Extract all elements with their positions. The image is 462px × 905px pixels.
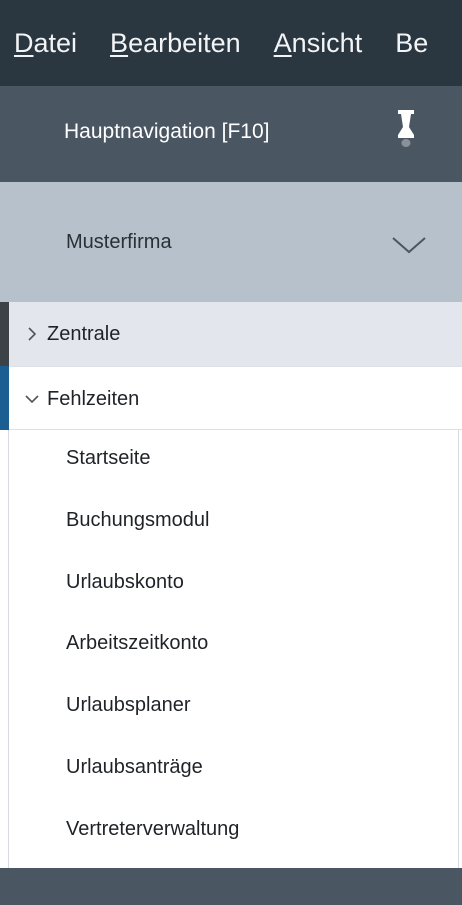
navigation-header: Hauptnavigation [F10]: [0, 86, 462, 182]
navigation-tree: Zentrale Fehlzeiten Startseite Buchungsm…: [0, 302, 462, 868]
tree-child-buchungsmodul[interactable]: Buchungsmodul: [66, 505, 209, 535]
navigation-title: Hauptnavigation [F10]: [64, 120, 270, 143]
chevron-down-icon[interactable]: [24, 390, 40, 408]
tree-item-fehlzeiten[interactable]: Fehlzeiten: [0, 366, 462, 430]
tree-child-urlaubskonto[interactable]: Urlaubskonto: [66, 567, 184, 597]
menu-truncated-label: Be: [395, 28, 429, 58]
chevron-down-icon[interactable]: [391, 235, 427, 255]
tree-item-zentrale-label: Zentrale: [47, 323, 121, 345]
tree-child-arbeitszeitkonto[interactable]: Arbeitszeitkonto: [66, 628, 208, 658]
menu-ansicht[interactable]: Ansicht: [274, 28, 363, 58]
pin-icon[interactable]: [394, 110, 418, 154]
tree-child-vertreterverwaltung[interactable]: Vertreterverwaltung: [66, 814, 239, 844]
zentrale-marker: [0, 302, 9, 366]
chevron-right-icon[interactable]: [24, 325, 40, 343]
tree-child-startseite[interactable]: Startseite: [66, 443, 150, 473]
tree-child-urlaubsantraege[interactable]: Urlaubsanträge: [66, 752, 203, 782]
tree-item-zentrale[interactable]: Zentrale: [0, 302, 462, 366]
menu-truncated[interactable]: Be: [395, 28, 428, 58]
menu-datei-label: atei: [33, 28, 78, 58]
footer-bar: [0, 868, 462, 905]
tree-item-fehlzeiten-label: Fehlzeiten: [47, 388, 140, 410]
menu-bearbeiten[interactable]: Bearbeiten: [110, 28, 241, 58]
menu-bar: Datei Bearbeiten Ansicht Be: [0, 0, 462, 86]
menu-items: Datei Bearbeiten Ansicht Be: [14, 28, 461, 58]
menu-datei[interactable]: Datei: [14, 28, 77, 58]
menu-ansicht-accel: A: [273, 28, 292, 58]
tree-child-urlaubsplaner[interactable]: Urlaubsplaner: [66, 690, 191, 720]
menu-bearbeiten-accel: B: [110, 28, 129, 58]
company-selector[interactable]: Musterfirma: [0, 182, 462, 302]
fehlzeiten-marker: [0, 366, 9, 430]
menu-datei-accel: D: [14, 28, 34, 58]
menu-ansicht-label: nsicht: [291, 28, 363, 58]
company-name: Musterfirma: [66, 231, 172, 253]
menu-bearbeiten-label: earbeiten: [128, 28, 241, 58]
